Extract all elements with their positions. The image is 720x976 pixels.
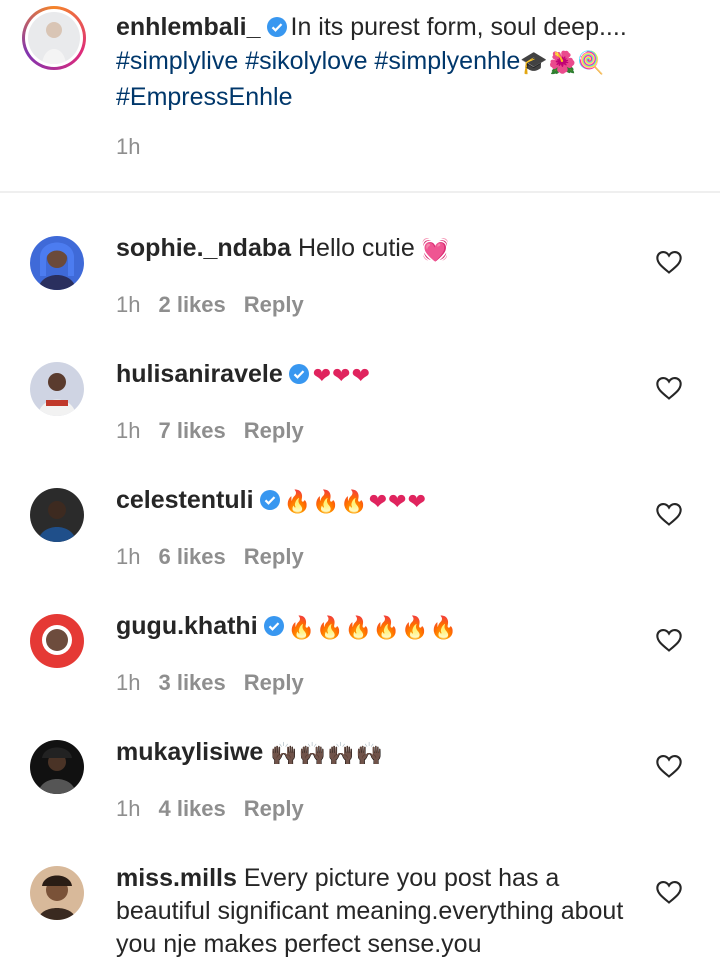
commenter-avatar[interactable] bbox=[30, 866, 84, 920]
verified-badge-icon bbox=[288, 364, 309, 384]
reply-button[interactable]: Reply bbox=[244, 670, 304, 695]
comment-meta: 1h 4 likes Reply bbox=[116, 796, 322, 822]
reply-button[interactable]: Reply bbox=[244, 796, 304, 821]
verified-badge-icon bbox=[266, 17, 287, 37]
comment-emoji: 💓 bbox=[421, 237, 451, 262]
caption-emoji: 🎓🌺🍭 bbox=[520, 50, 606, 75]
caption-body: In its purest form, soul deep.... bbox=[290, 13, 627, 41]
avatar-image bbox=[28, 12, 80, 64]
reply-button[interactable]: Reply bbox=[244, 292, 304, 317]
verified-badge-icon bbox=[263, 616, 284, 636]
caption-timestamp: 1h bbox=[116, 134, 141, 159]
comment-likes[interactable]: 4 likes bbox=[158, 796, 225, 821]
comment-likes[interactable]: 6 likes bbox=[158, 544, 225, 569]
heart-outline-icon[interactable] bbox=[655, 501, 683, 527]
heart-outline-icon[interactable] bbox=[655, 249, 683, 275]
comment-emoji: 🔥🔥🔥❤❤❤ bbox=[283, 489, 428, 514]
comment-meta: 1h 7 likes Reply bbox=[116, 418, 322, 444]
comment-username[interactable]: hulisaniravele bbox=[116, 360, 283, 388]
comment-time: 1h bbox=[116, 670, 141, 695]
commenter-avatar[interactable] bbox=[30, 614, 84, 668]
comment-emoji: 🔥🔥🔥🔥🔥🔥 bbox=[287, 615, 459, 640]
heart-outline-icon[interactable] bbox=[655, 879, 683, 905]
comment-username[interactable]: mukaylisiwe bbox=[116, 738, 263, 766]
comment-meta: 1h 6 likes Reply bbox=[116, 544, 322, 570]
reply-button[interactable]: Reply bbox=[244, 544, 304, 569]
comment-meta: 1h 3 likes Reply bbox=[116, 670, 322, 696]
reply-button[interactable]: Reply bbox=[244, 418, 304, 443]
comment-time: 1h bbox=[116, 544, 141, 569]
commenter-avatar[interactable] bbox=[30, 740, 84, 794]
comment-text: celestentuli 🔥🔥🔥❤❤❤ bbox=[116, 484, 636, 518]
comment-text: miss.mills Every picture you post has a … bbox=[116, 862, 646, 961]
comment-time: 1h bbox=[116, 418, 141, 443]
commenter-avatar[interactable] bbox=[30, 488, 84, 542]
comment-likes[interactable]: 3 likes bbox=[158, 670, 225, 695]
heart-outline-icon[interactable] bbox=[655, 627, 683, 653]
comment-likes[interactable]: 7 likes bbox=[158, 418, 225, 443]
comment-username[interactable]: miss.mills bbox=[116, 864, 237, 892]
caption-username[interactable]: enhlembali_ bbox=[116, 13, 261, 41]
comment-emoji: ❤❤❤ bbox=[312, 363, 372, 388]
heart-outline-icon[interactable] bbox=[655, 753, 683, 779]
comment-text: mukaylisiwe 🙌🏿🙌🏿🙌🏿🙌🏿 bbox=[116, 736, 636, 770]
comment-meta: 1h 2 likes Reply bbox=[116, 292, 322, 318]
verified-badge-icon bbox=[259, 490, 280, 510]
comment-likes[interactable]: 2 likes bbox=[158, 292, 225, 317]
caption-text: enhlembali_ In its purest form, soul deep… bbox=[116, 10, 696, 114]
comment-emoji: 🙌🏿🙌🏿🙌🏿🙌🏿 bbox=[270, 741, 384, 766]
divider bbox=[0, 191, 720, 193]
heart-outline-icon[interactable] bbox=[655, 375, 683, 401]
comment-username[interactable]: gugu.khathi bbox=[116, 612, 258, 640]
comment-text: gugu.khathi 🔥🔥🔥🔥🔥🔥 bbox=[116, 610, 636, 644]
caption-hashtag-empress[interactable]: #EmpressEnhle bbox=[116, 83, 292, 111]
commenter-avatar[interactable] bbox=[30, 236, 84, 290]
caption-hashtags[interactable]: #simplylive #sikolylove #simplyenhle bbox=[116, 47, 520, 75]
comment-text: hulisaniravele ❤❤❤ bbox=[116, 358, 636, 392]
commenter-avatar[interactable] bbox=[30, 362, 84, 416]
comment-body: Hello cutie bbox=[298, 234, 415, 262]
caption-avatar[interactable] bbox=[22, 6, 86, 70]
comment-username[interactable]: celestentuli bbox=[116, 486, 254, 514]
comment-time: 1h bbox=[116, 796, 141, 821]
comment-time: 1h bbox=[116, 292, 141, 317]
comment-text: sophie._ndaba Hello cutie 💓 bbox=[116, 232, 636, 266]
comment-username[interactable]: sophie._ndaba bbox=[116, 234, 291, 262]
